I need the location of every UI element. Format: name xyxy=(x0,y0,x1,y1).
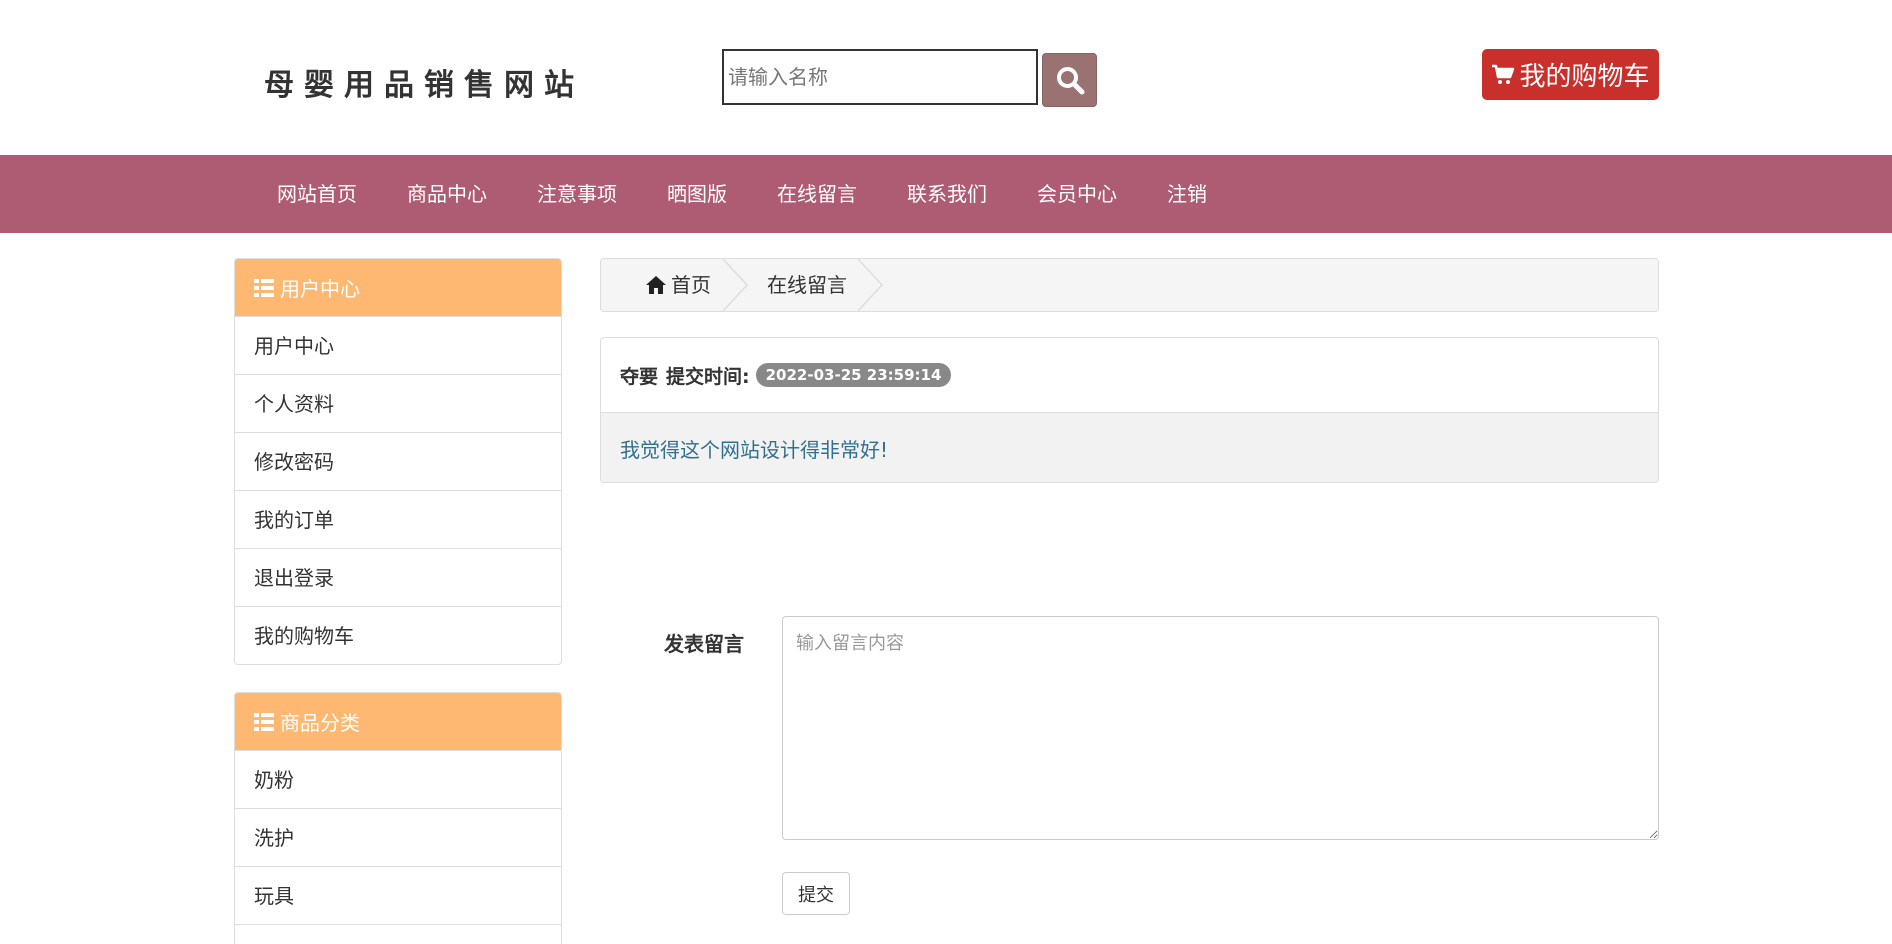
sidebar-item-my-cart[interactable]: 我的购物车 xyxy=(235,606,561,664)
nav-item-guestbook[interactable]: 在线留言 xyxy=(777,155,857,233)
shopping-cart-icon xyxy=(1492,64,1515,84)
breadcrumb-home-label: 首页 xyxy=(671,273,711,297)
sidebar-item-change-password[interactable]: 修改密码 xyxy=(235,432,561,490)
user-center-panel: 用户中心 用户中心 个人资料 修改密码 我的订单 退出登录 我的购物车 xyxy=(234,258,562,665)
sidebar-item-my-orders[interactable]: 我的订单 xyxy=(235,490,561,548)
category-item-more[interactable] xyxy=(235,924,561,944)
nav-item-products[interactable]: 商品中心 xyxy=(407,155,487,233)
message-textarea[interactable] xyxy=(782,616,1659,840)
submit-button[interactable]: 提交 xyxy=(782,872,850,915)
sidebar-item-user-center[interactable]: 用户中心 xyxy=(235,316,561,374)
message-header: 夺要 提交时间: 2022-03-25 23:59:14 xyxy=(601,338,1658,412)
categories-panel: 商品分类 奶粉 洗护 玩具 xyxy=(234,692,562,944)
search-input[interactable] xyxy=(722,49,1038,105)
sidebar-item-logout[interactable]: 退出登录 xyxy=(235,548,561,606)
categories-panel-title: 商品分类 xyxy=(280,711,360,735)
message-author: 夺要 xyxy=(620,365,659,388)
message-content: 我觉得这个网站设计得非常好! xyxy=(601,412,1658,482)
sidebar-item-profile[interactable]: 个人资料 xyxy=(235,374,561,432)
breadcrumb-home[interactable]: 首页 xyxy=(645,259,711,311)
site-header: 母婴用品销售网站 我的购物车 xyxy=(0,0,1892,155)
category-item-milk-powder[interactable]: 奶粉 xyxy=(235,750,561,808)
main-nav: 网站首页 商品中心 注意事项 晒图版 在线留言 联系我们 会员中心 注销 xyxy=(0,155,1892,233)
home-icon xyxy=(646,276,666,294)
breadcrumb-separator xyxy=(858,259,884,311)
site-logo: 母婴用品销售网站 xyxy=(264,68,584,103)
list-icon xyxy=(254,712,274,731)
message-time-label: 提交时间: xyxy=(666,365,750,388)
nav-item-home[interactable]: 网站首页 xyxy=(277,155,357,233)
categories-panel-header: 商品分类 xyxy=(235,693,561,750)
category-item-toys[interactable]: 玩具 xyxy=(235,866,561,924)
cart-button[interactable]: 我的购物车 xyxy=(1482,49,1659,100)
search-button[interactable] xyxy=(1042,53,1097,107)
nav-item-logout[interactable]: 注销 xyxy=(1167,155,1207,233)
search-icon xyxy=(1056,67,1084,95)
breadcrumb-current: 在线留言 xyxy=(767,273,847,297)
user-center-panel-header: 用户中心 xyxy=(235,259,561,316)
nav-item-notices[interactable]: 注意事项 xyxy=(537,155,617,233)
user-center-panel-title: 用户中心 xyxy=(280,277,360,301)
list-icon xyxy=(254,278,274,297)
breadcrumb-separator xyxy=(723,259,749,311)
breadcrumb: 首页 在线留言 xyxy=(600,258,1659,312)
nav-item-member-center[interactable]: 会员中心 xyxy=(1037,155,1117,233)
category-item-care[interactable]: 洗护 xyxy=(235,808,561,866)
nav-item-photo-board[interactable]: 晒图版 xyxy=(667,155,727,233)
message-form-label: 发表留言 xyxy=(664,632,744,656)
message-card: 夺要 提交时间: 2022-03-25 23:59:14 我觉得这个网站设计得非… xyxy=(600,337,1659,483)
cart-button-label: 我的购物车 xyxy=(1519,62,1650,92)
nav-item-contact[interactable]: 联系我们 xyxy=(907,155,987,233)
message-time-badge: 2022-03-25 23:59:14 xyxy=(755,363,952,387)
